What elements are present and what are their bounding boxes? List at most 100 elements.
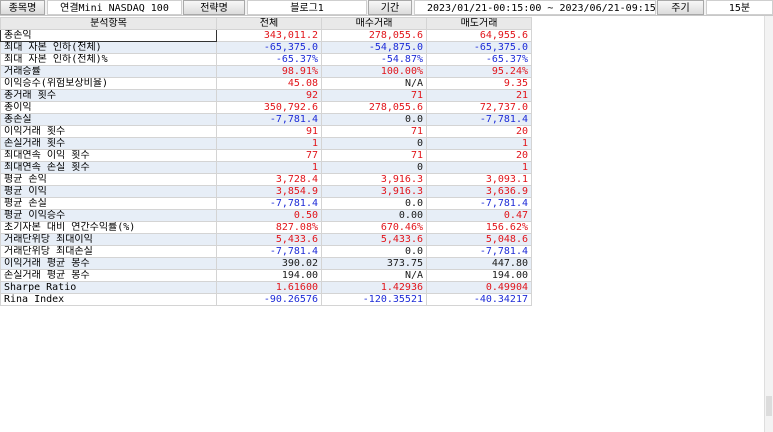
cell-sell: 21: [426, 89, 532, 102]
table-row[interactable]: 거래단위당 최대이익 5,433.6 5,433.6 5,048.6: [0, 233, 532, 246]
row-label: 총이익: [0, 101, 217, 114]
cell-sell: -7,781.4: [426, 113, 532, 126]
cell-sell: 20: [426, 125, 532, 138]
column-header-item[interactable]: 분석항목: [0, 17, 217, 30]
table-row[interactable]: 평균 손실 -7,781.4 0.0 -7,781.4: [0, 197, 532, 210]
cell-all: 343,011.2: [216, 29, 322, 42]
table-row[interactable]: 총거래 횟수 92 71 21: [0, 89, 532, 102]
period-label: 기간: [368, 0, 412, 15]
cell-sell: 20: [426, 149, 532, 162]
table-row[interactable]: 초기자본 대비 연간수익률(%) 827.08% 670.46% 156.62%: [0, 221, 532, 234]
column-header-sell[interactable]: 매도거래: [426, 17, 532, 30]
cell-buy: 71: [321, 125, 427, 138]
vertical-scrollbar[interactable]: [764, 16, 773, 432]
cell-all: 45.08: [216, 77, 322, 90]
cell-all: 3,854.9: [216, 185, 322, 198]
cell-buy: -54,875.0: [321, 41, 427, 54]
table-row[interactable]: 거래승률 98.91% 100.00% 95.24%: [0, 65, 532, 78]
table-row[interactable]: 최대연속 손실 횟수 1 0 1: [0, 161, 532, 174]
column-header-all[interactable]: 전체: [216, 17, 322, 30]
cell-sell: 64,955.6: [426, 29, 532, 42]
table-row[interactable]: 평균 손익 3,728.4 3,916.3 3,093.1: [0, 173, 532, 186]
cell-all: 77: [216, 149, 322, 162]
strategy-label: 전략명: [183, 0, 245, 15]
row-label: 최대연속 손실 횟수: [0, 161, 217, 174]
strategy-value[interactable]: 블로그1: [247, 0, 367, 15]
cell-buy: N/A: [321, 77, 427, 90]
table-row[interactable]: 평균 이익 3,854.9 3,916.3 3,636.9: [0, 185, 532, 198]
cell-all: 1: [216, 161, 322, 174]
cell-all: -7,781.4: [216, 245, 322, 258]
table-row[interactable]: 이익거래 평균 봉수 390.02 373.75 447.80: [0, 257, 532, 270]
cell-sell: 5,048.6: [426, 233, 532, 246]
table-row[interactable]: 최대연속 이익 횟수 77 71 20: [0, 149, 532, 162]
cell-buy: 670.46%: [321, 221, 427, 234]
cell-all: 5,433.6: [216, 233, 322, 246]
item-value[interactable]: 연결Mini NASDAQ 100: [47, 0, 182, 15]
row-label: 총손실: [0, 113, 217, 126]
cell-all: 91: [216, 125, 322, 138]
table-row[interactable]: 평균 이익승수 0.50 0.00 0.47: [0, 209, 532, 222]
row-label: 총손익: [0, 29, 217, 42]
cell-buy: N/A: [321, 269, 427, 282]
scrollbar-thumb[interactable]: [766, 396, 772, 416]
row-label: 거래단위당 최대이익: [0, 233, 217, 246]
table-row[interactable]: 총손익 343,011.2 278,055.6 64,955.6: [0, 29, 532, 42]
cell-sell: 0.47: [426, 209, 532, 222]
row-label: 초기자본 대비 연간수익률(%): [0, 221, 217, 234]
cell-sell: 447.80: [426, 257, 532, 270]
cell-buy: 71: [321, 149, 427, 162]
table-row[interactable]: 총손실 -7,781.4 0.0 -7,781.4: [0, 113, 532, 126]
cell-sell: -7,781.4: [426, 197, 532, 210]
cell-buy: 0: [321, 137, 427, 150]
cell-buy: 278,055.6: [321, 101, 427, 114]
cell-buy: 3,916.3: [321, 185, 427, 198]
cell-buy: 278,055.6: [321, 29, 427, 42]
table-row[interactable]: 거래단위당 최대손실 -7,781.4 0.0 -7,781.4: [0, 245, 532, 258]
cell-sell: 72,737.0: [426, 101, 532, 114]
cell-sell: 3,093.1: [426, 173, 532, 186]
cell-sell: 194.00: [426, 269, 532, 282]
cell-sell: -7,781.4: [426, 245, 532, 258]
cell-sell: 95.24%: [426, 65, 532, 78]
period-value[interactable]: 2023/01/21-00:15:00 ~ 2023/06/21-09:15:0…: [414, 0, 656, 15]
row-label: 이익거래 평균 봉수: [0, 257, 217, 270]
cell-all: 350,792.6: [216, 101, 322, 114]
table-row[interactable]: 최대 자본 인하(전체)% -65.37% -54.87% -65.37%: [0, 53, 532, 66]
cell-buy: 5,433.6: [321, 233, 427, 246]
cell-all: -65,375.0: [216, 41, 322, 54]
table-row[interactable]: Sharpe Ratio 1.61600 1.42936 0.49904: [0, 281, 532, 294]
table-row[interactable]: 이익거래 횟수 91 71 20: [0, 125, 532, 138]
cycle-label: 주기: [657, 0, 704, 15]
row-label: 손실거래 횟수: [0, 137, 217, 150]
column-header-buy[interactable]: 매수거래: [321, 17, 427, 30]
table-row[interactable]: Rina Index -90.26576 -120.35521 -40.34217: [0, 293, 532, 306]
cycle-value[interactable]: 15분: [706, 0, 773, 15]
cell-all: 390.02: [216, 257, 322, 270]
cell-all: -65.37%: [216, 53, 322, 66]
cell-buy: 1.42936: [321, 281, 427, 294]
row-label: 거래단위당 최대손실: [0, 245, 217, 258]
cell-buy: 100.00%: [321, 65, 427, 78]
row-label: 이익거래 횟수: [0, 125, 217, 138]
cell-sell: -40.34217: [426, 293, 532, 306]
cell-sell: 156.62%: [426, 221, 532, 234]
row-label: 최대연속 이익 횟수: [0, 149, 217, 162]
table-row[interactable]: 총이익 350,792.6 278,055.6 72,737.0: [0, 101, 532, 114]
cell-buy: 373.75: [321, 257, 427, 270]
cell-sell: 0.49904: [426, 281, 532, 294]
cell-buy: 0: [321, 161, 427, 174]
table-row[interactable]: 손실거래 평균 봉수 194.00 N/A 194.00: [0, 269, 532, 282]
table-row[interactable]: 손실거래 횟수 1 0 1: [0, 137, 532, 150]
cell-buy: -54.87%: [321, 53, 427, 66]
row-label: 평균 이익: [0, 185, 217, 198]
cell-buy: 3,916.3: [321, 173, 427, 186]
cell-buy: 71: [321, 89, 427, 102]
table-row[interactable]: 최대 자본 인하(전체) -65,375.0 -54,875.0 -65,375.0: [0, 41, 532, 54]
row-label: Sharpe Ratio: [0, 281, 217, 294]
cell-all: 98.91%: [216, 65, 322, 78]
cell-all: 1.61600: [216, 281, 322, 294]
cell-buy: 0.0: [321, 245, 427, 258]
cell-all: 194.00: [216, 269, 322, 282]
table-row[interactable]: 이익승수(위험보상비율) 45.08 N/A 9.35: [0, 77, 532, 90]
